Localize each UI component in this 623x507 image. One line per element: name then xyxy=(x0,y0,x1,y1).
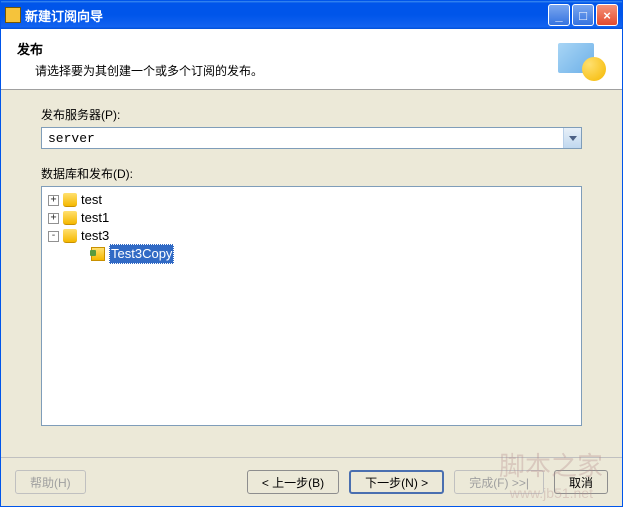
database-icon xyxy=(63,193,77,207)
publisher-dropdown-button[interactable] xyxy=(563,128,581,148)
wizard-header: 发布 请选择要为其创建一个或多个订阅的发布。 xyxy=(1,29,622,90)
page-title: 发布 xyxy=(17,39,558,58)
tree-row[interactable]: - test3 xyxy=(48,227,575,245)
cancel-button[interactable]: 取消 xyxy=(554,470,608,494)
close-button[interactable]: × xyxy=(596,4,618,26)
next-button[interactable]: 下一步(N) > xyxy=(349,470,444,494)
content-area: 发布服务器(P): 数据库和发布(D): + test + test1 - test3Te… xyxy=(1,90,622,457)
wizard-window: 新建订阅向导 _ □ × 发布 请选择要为其创建一个或多个订阅的发布。 发布服务… xyxy=(0,0,623,507)
publication-tree[interactable]: + test + test1 - test3Test3Copy xyxy=(41,186,582,426)
expand-icon[interactable]: + xyxy=(48,195,59,206)
tree-item-label[interactable]: test xyxy=(81,191,102,209)
tree-label: 数据库和发布(D): xyxy=(41,165,582,182)
window-title: 新建订阅向导 xyxy=(25,6,546,25)
header-text: 发布 请选择要为其创建一个或多个订阅的发布。 xyxy=(17,39,558,81)
publisher-input[interactable] xyxy=(42,128,563,148)
minimize-button[interactable]: _ xyxy=(548,4,570,26)
publisher-label: 发布服务器(P): xyxy=(41,106,582,123)
tree-item-label[interactable]: Test3Copy xyxy=(109,244,174,264)
wizard-icon xyxy=(558,39,606,81)
footer: 帮助(H) < 上一步(B) 下一步(N) > 完成(F) >>| 取消 xyxy=(1,457,622,506)
publication-icon xyxy=(91,247,105,261)
database-icon xyxy=(63,211,77,225)
tree-item-label[interactable]: test3 xyxy=(81,227,109,245)
database-icon xyxy=(63,229,77,243)
publisher-select[interactable] xyxy=(41,127,582,149)
tree-row[interactable]: + test xyxy=(48,191,575,209)
tree-row[interactable]: + test1 xyxy=(48,209,575,227)
tree-row[interactable]: Test3Copy xyxy=(76,245,575,263)
expand-icon[interactable]: + xyxy=(48,213,59,224)
finish-button[interactable]: 完成(F) >>| xyxy=(454,470,544,494)
back-button[interactable]: < 上一步(B) xyxy=(247,470,339,494)
titlebar: 新建订阅向导 _ □ × xyxy=(1,1,622,29)
tree-item-label[interactable]: test1 xyxy=(81,209,109,227)
page-subtitle: 请选择要为其创建一个或多个订阅的发布。 xyxy=(35,62,558,79)
help-button[interactable]: 帮助(H) xyxy=(15,470,86,494)
app-icon xyxy=(5,7,21,23)
maximize-button[interactable]: □ xyxy=(572,4,594,26)
collapse-icon[interactable]: - xyxy=(48,231,59,242)
